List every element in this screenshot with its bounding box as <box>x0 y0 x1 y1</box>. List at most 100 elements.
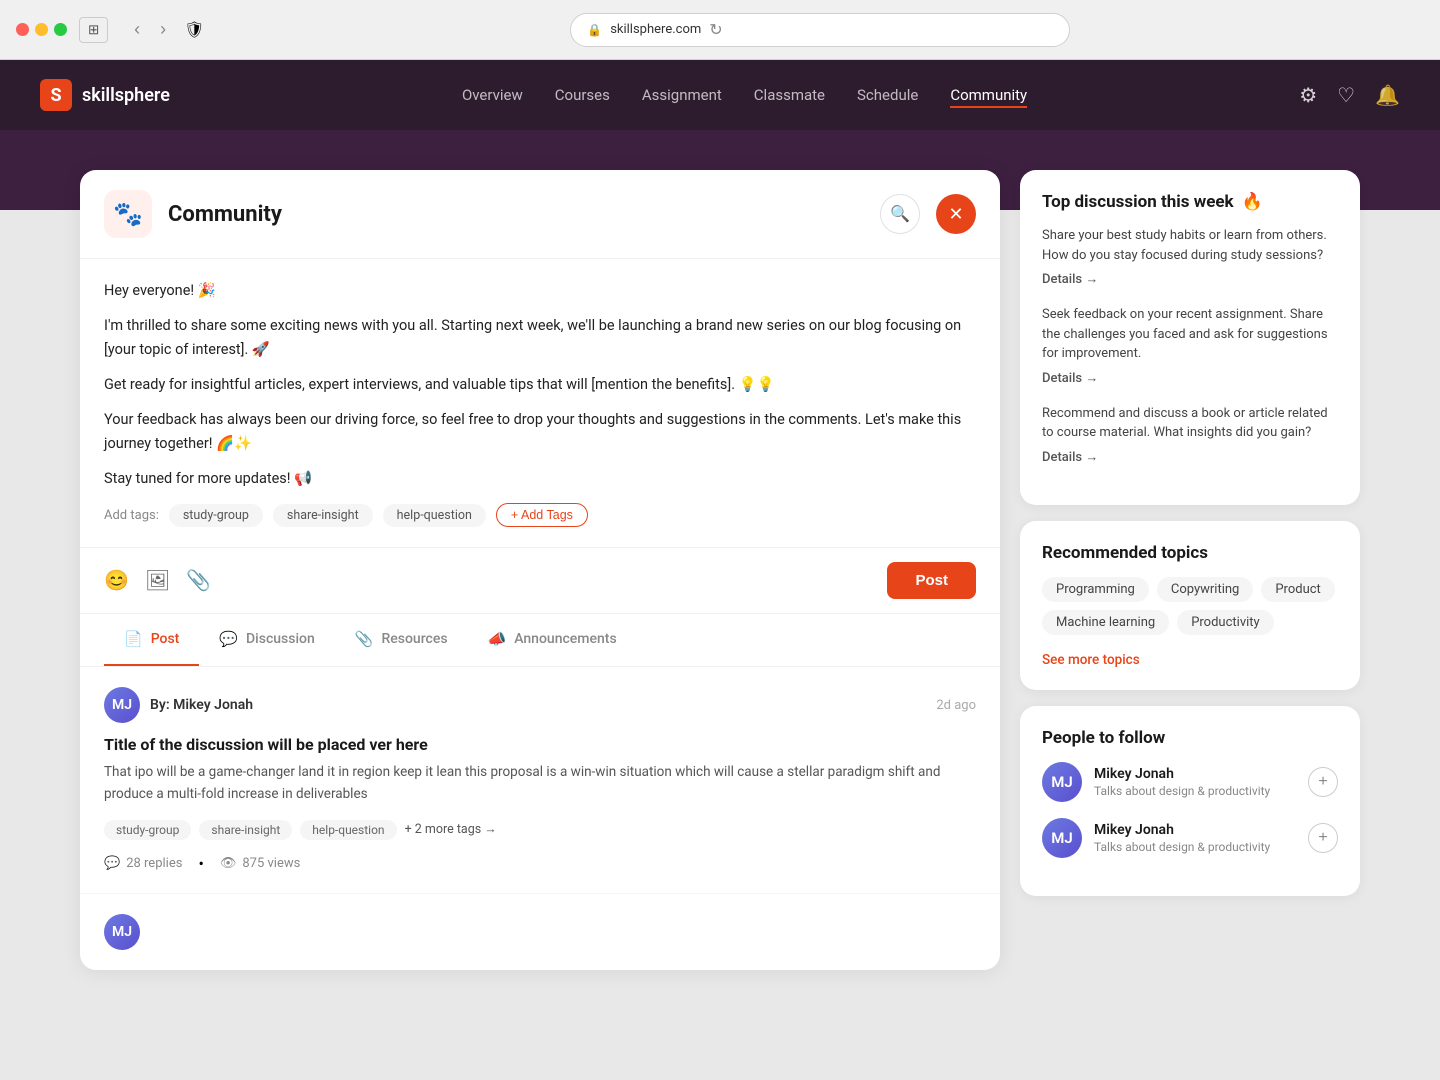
resources-tab-icon: 📎 <box>355 630 374 648</box>
compose-line3: Your feedback has always been our drivin… <box>104 408 976 457</box>
add-tags-button[interactable]: + Add Tags <box>496 503 588 527</box>
topics-grid: Programming Copywriting Product Machine … <box>1042 577 1338 635</box>
settings-icon-button[interactable]: ⚙ <box>1299 83 1317 108</box>
tab-resources-label: Resources <box>381 631 447 647</box>
person-info-1: Mikey Jonah Talks about design & product… <box>1094 766 1296 798</box>
second-post-avatar: MJ <box>104 914 140 950</box>
compose-line4: Stay tuned for more updates! 📢 <box>104 467 976 492</box>
more-tags-link[interactable]: + 2 more tags → <box>405 822 497 837</box>
logo-letter: S <box>50 85 61 106</box>
tab-announcements[interactable]: 📣 Announcements <box>468 614 637 666</box>
post-tag-share-insight[interactable]: share-insight <box>199 820 292 840</box>
logo-icon: S <box>40 79 72 111</box>
community-title: Community <box>168 202 864 227</box>
attachment-button[interactable]: 📎 <box>186 568 211 593</box>
replies-icon: 💬 <box>104 856 120 871</box>
follow-button-1[interactable]: + <box>1308 767 1338 797</box>
author-initials: MJ <box>112 697 132 713</box>
details-link-3[interactable]: Details → <box>1042 449 1338 465</box>
person-desc-1: Talks about design & productivity <box>1094 784 1296 798</box>
back-button[interactable]: ‹ <box>128 17 146 42</box>
main-nav: Overview Courses Assignment Classmate Sc… <box>230 82 1259 108</box>
emoji-button[interactable]: 😊 <box>104 568 129 593</box>
logo-area: S skillsphere <box>40 79 170 111</box>
topic-productivity[interactable]: Productivity <box>1177 610 1273 635</box>
tag-share-insight[interactable]: share-insight <box>273 504 373 527</box>
topic-product[interactable]: Product <box>1261 577 1334 602</box>
favorites-icon-button[interactable]: ♡ <box>1337 83 1355 108</box>
image-button[interactable]: 🖼 <box>145 568 170 593</box>
nav-classmate[interactable]: Classmate <box>754 82 825 108</box>
nav-overview[interactable]: Overview <box>462 82 523 108</box>
close-dot[interactable] <box>16 23 29 36</box>
address-bar[interactable]: 🔒 skillsphere.com ↻ <box>570 13 1070 47</box>
replies-count: 28 replies <box>126 856 182 871</box>
fullscreen-dot[interactable] <box>54 23 67 36</box>
tab-post[interactable]: 📄 Post <box>104 614 199 666</box>
shield-icon: 🛡 <box>184 20 204 39</box>
community-emoji: 🐾 <box>113 200 143 228</box>
nav-courses[interactable]: Courses <box>555 82 610 108</box>
topic-machine-learning[interactable]: Machine learning <box>1042 610 1169 635</box>
post-meta: MJ By: Mikey Jonah 2d ago <box>104 687 976 723</box>
recommended-topics-title: Recommended topics <box>1042 543 1338 563</box>
minimize-dot[interactable] <box>35 23 48 36</box>
app-header: S skillsphere Overview Courses Assignmen… <box>0 60 1440 130</box>
views-icon: 👁 <box>220 856 237 871</box>
sidebar-toggle-button[interactable]: ⊞ <box>79 17 108 43</box>
discussion-item-1: Share your best study habits or learn fr… <box>1042 226 1338 287</box>
discussion-item-2: Seek feedback on your recent assignment.… <box>1042 305 1338 386</box>
see-more-topics-link[interactable]: See more topics <box>1042 652 1140 668</box>
notifications-icon-button[interactable]: 🔔 <box>1375 83 1400 108</box>
tab-resources[interactable]: 📎 Resources <box>335 614 468 666</box>
url-text: skillsphere.com <box>610 22 701 37</box>
post-tag-study-group[interactable]: study-group <box>104 820 191 840</box>
compose-toolbar: 😊 🖼 📎 Post <box>80 548 1000 614</box>
nav-community[interactable]: Community <box>950 82 1027 108</box>
browser-navigation: ‹ › <box>128 17 172 42</box>
forward-button[interactable]: › <box>154 17 172 42</box>
nav-schedule[interactable]: Schedule <box>857 82 918 108</box>
discussion-text-1: Share your best study habits or learn fr… <box>1042 226 1338 265</box>
compose-line1: I'm thrilled to share some exciting news… <box>104 314 976 363</box>
compose-area: Hey everyone! 🎉 I'm thrilled to share so… <box>80 259 1000 548</box>
tab-discussion[interactable]: 💬 Discussion <box>199 614 334 666</box>
reload-button[interactable]: ↻ <box>709 20 722 40</box>
person-desc-2: Talks about design & productivity <box>1094 840 1296 854</box>
community-icon: 🐾 <box>104 190 152 238</box>
person-name-1: Mikey Jonah <box>1094 766 1296 782</box>
details-link-1[interactable]: Details → <box>1042 271 1338 287</box>
discussion-text-2: Seek feedback on your recent assignment.… <box>1042 305 1338 364</box>
person-avatar-1: MJ <box>1042 762 1082 802</box>
top-discussion-section: Top discussion this week 🔥 Share your be… <box>1020 170 1360 505</box>
nav-assignment[interactable]: Assignment <box>642 82 722 108</box>
tags-label: Add tags: <box>104 508 159 523</box>
follow-button-2[interactable]: + <box>1308 823 1338 853</box>
topic-programming[interactable]: Programming <box>1042 577 1149 602</box>
community-card-header: 🐾 Community 🔍 ✕ <box>80 170 1000 259</box>
person-avatar-2: MJ <box>1042 818 1082 858</box>
community-close-button[interactable]: ✕ <box>936 194 976 234</box>
details-link-2[interactable]: Details → <box>1042 370 1338 386</box>
tag-study-group[interactable]: study-group <box>169 504 263 527</box>
person-name-2: Mikey Jonah <box>1094 822 1296 838</box>
discussion-text-3: Recommend and discuss a book or article … <box>1042 404 1338 443</box>
post-title[interactable]: Title of the discussion will be placed v… <box>104 735 976 754</box>
compose-line2: Get ready for insightful articles, exper… <box>104 373 976 398</box>
top-discussion-title: Top discussion this week 🔥 <box>1042 192 1338 212</box>
tag-help-question[interactable]: help-question <box>383 504 486 527</box>
logo-text: skillsphere <box>82 85 170 106</box>
topic-copywriting[interactable]: Copywriting <box>1157 577 1254 602</box>
top-discussion-label: Top discussion this week <box>1042 192 1234 212</box>
tab-discussion-label: Discussion <box>246 631 315 647</box>
post-tags: study-group share-insight help-question … <box>104 820 976 840</box>
post-tab-icon: 📄 <box>124 630 143 648</box>
post-button[interactable]: Post <box>887 562 976 599</box>
feed-tabs: 📄 Post 💬 Discussion 📎 Resources 📣 Announ… <box>80 614 1000 667</box>
fire-icon: 🔥 <box>1242 192 1263 212</box>
community-search-button[interactable]: 🔍 <box>880 194 920 234</box>
discussion-tab-icon: 💬 <box>219 630 238 648</box>
compose-text: Hey everyone! 🎉 I'm thrilled to share so… <box>104 279 976 491</box>
post-item-partial: MJ <box>80 894 1000 970</box>
post-tag-help-question[interactable]: help-question <box>300 820 396 840</box>
